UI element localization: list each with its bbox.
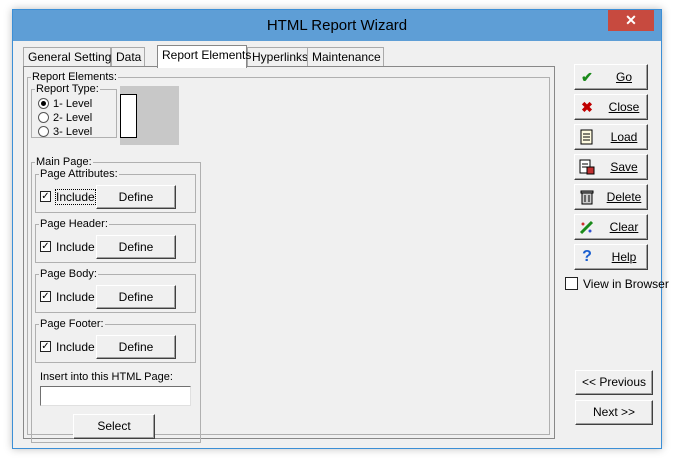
checkmark-icon: ✔ <box>581 69 593 85</box>
define-page-body-button[interactable]: Define <box>96 285 176 309</box>
checkbox-checked-icon: ✓ <box>40 341 51 353</box>
go-label: Go <box>615 70 632 84</box>
delete-label: Delete <box>606 190 642 204</box>
include-page-footer-checkbox[interactable]: ✓ Include <box>40 340 95 354</box>
include-label: Include <box>55 189 96 205</box>
radio-label: 2- Level <box>53 112 93 124</box>
radio-selected-icon <box>38 97 49 109</box>
checkbox-icon <box>565 277 578 291</box>
include-page-body-checkbox[interactable]: ✓ Include <box>40 290 95 304</box>
question-icon: ? <box>582 248 592 265</box>
eraser-icon <box>579 219 595 235</box>
trash-icon <box>579 189 595 205</box>
include-page-attributes-checkbox[interactable]: ✓ Include <box>40 189 96 205</box>
include-label: Include <box>56 340 95 354</box>
save-button[interactable]: Save <box>574 154 648 180</box>
report-elements-group: Report Elements: Report Type: 1- Level 2… <box>27 71 550 443</box>
radio-label: 1- Level <box>53 98 93 110</box>
page-footer-group: Page Footer: ✓ Include Define <box>35 318 196 363</box>
insert-page-input[interactable] <box>40 386 191 406</box>
close-label: Close <box>608 100 640 114</box>
tab-label: Data <box>116 50 142 64</box>
document-icon <box>579 129 595 145</box>
checkbox-checked-icon: ✓ <box>40 241 51 253</box>
delete-button[interactable]: Delete <box>574 184 648 210</box>
close-button[interactable]: ✖ Close <box>574 94 648 120</box>
next-button[interactable]: Next >> <box>575 400 653 425</box>
page-header-group: Page Header: ✓ Include Define <box>35 218 196 263</box>
clear-button[interactable]: Clear <box>574 214 648 240</box>
clear-label: Clear <box>609 220 639 234</box>
define-page-attributes-button[interactable]: Define <box>96 185 176 209</box>
page-body-group: Page Body: ✓ Include Define <box>35 268 196 313</box>
page-header-legend: Page Header: <box>40 218 108 230</box>
main-page-legend: Main Page: <box>36 156 92 168</box>
tab-label: Maintenance <box>312 50 381 64</box>
wizard-window: HTML Report Wizard ✕ General Settings Da… <box>12 9 669 449</box>
help-label: Help <box>611 250 637 264</box>
page-attributes-legend: Page Attributes: <box>40 168 118 180</box>
window-close-button[interactable]: ✕ <box>608 10 654 31</box>
radio-icon <box>38 125 49 137</box>
view-in-browser-label: View in Browser <box>583 277 669 291</box>
include-label: Include <box>56 290 95 304</box>
preview-page-shape <box>120 94 137 138</box>
radio-icon <box>38 111 49 123</box>
tab-hyperlinks[interactable]: Hyperlinks <box>247 47 308 66</box>
go-button[interactable]: ✔ Go <box>574 64 648 90</box>
checkbox-checked-icon: ✓ <box>40 291 51 303</box>
include-page-header-checkbox[interactable]: ✓ Include <box>40 240 95 254</box>
title-bar: HTML Report Wizard ✕ <box>13 10 661 41</box>
report-type-group: Report Type: 1- Level 2- Level 3- Level <box>31 83 117 138</box>
define-page-header-button[interactable]: Define <box>96 235 176 259</box>
x-icon: ✖ <box>581 99 593 115</box>
checkbox-checked-icon: ✓ <box>40 191 51 203</box>
page-body-legend: Page Body: <box>40 268 97 280</box>
radio-3-level[interactable]: 3- Level <box>38 125 93 140</box>
report-type-preview <box>120 86 179 145</box>
page-footer-legend: Page Footer: <box>40 318 104 330</box>
view-in-browser-checkbox[interactable]: View in Browser <box>565 277 669 291</box>
define-page-footer-button[interactable]: Define <box>96 335 176 359</box>
main-page-group: Main Page: Page Attributes: ✓ Include Def… <box>31 156 201 443</box>
client-area: General Settings Data Report Elements Hy… <box>19 43 669 443</box>
tab-label: General Settings <box>28 50 118 64</box>
load-button[interactable]: Load <box>574 124 648 150</box>
save-document-icon <box>579 159 595 175</box>
tab-data[interactable]: Data <box>111 47 145 66</box>
previous-button[interactable]: << Previous <box>575 370 653 395</box>
include-label: Include <box>56 240 95 254</box>
select-page-button[interactable]: Select <box>73 414 155 439</box>
insert-page-label: Insert into this HTML Page: <box>40 371 173 383</box>
help-button[interactable]: ? Help <box>574 244 648 270</box>
radio-2-level[interactable]: 2- Level <box>38 111 93 126</box>
tab-label: Report Elements <box>162 48 252 62</box>
tab-general-settings[interactable]: General Settings <box>23 47 117 66</box>
tab-report-elements[interactable]: Report Elements <box>157 45 251 68</box>
report-elements-legend: Report Elements: <box>32 71 117 83</box>
tab-label: Hyperlinks <box>252 50 309 64</box>
window-title: HTML Report Wizard <box>266 17 408 34</box>
tab-maintenance[interactable]: Maintenance <box>307 47 384 66</box>
report-elements-panel: Report Elements: Report Type: 1- Level 2… <box>23 66 555 443</box>
page-attributes-group: Page Attributes: ✓ Include Define <box>35 168 196 213</box>
radio-label: 3- Level <box>53 126 93 138</box>
save-label: Save <box>610 160 638 174</box>
radio-1-level[interactable]: 1- Level <box>38 97 93 112</box>
load-label: Load <box>610 130 638 144</box>
report-type-legend: Report Type: <box>36 83 99 95</box>
